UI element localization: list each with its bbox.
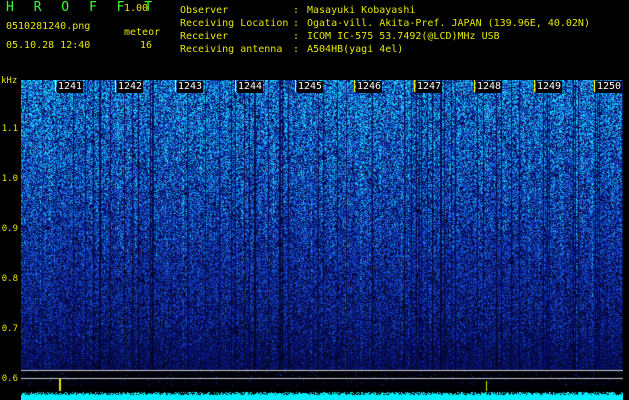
x-tick-mark <box>55 80 56 92</box>
x-tick-mark <box>115 80 116 92</box>
spectrogram-plot <box>21 80 623 400</box>
x-tick-label: 1245 <box>297 81 324 93</box>
file-name: 0510281240.png <box>6 21 91 32</box>
meteor-label: meteor <box>124 27 161 38</box>
x-tick-label: 1246 <box>356 81 383 93</box>
y-tick-label: 1.0 <box>1 174 18 184</box>
x-tick-label: 1250 <box>596 81 623 93</box>
x-tick-mark <box>474 80 475 92</box>
info-label: Receiver <box>180 31 229 42</box>
meteor-count: 16 <box>140 40 153 51</box>
x-tick-mark <box>594 80 595 92</box>
y-tick-label: 0.9 <box>1 224 18 234</box>
app-version: 1.00 <box>124 3 149 14</box>
info-value: Masayuki Kobayashi <box>307 5 416 16</box>
info-separator: : <box>293 44 300 55</box>
x-tick-mark <box>414 80 415 92</box>
x-tick-label: 1241 <box>57 81 84 93</box>
x-tick-label: 1248 <box>476 81 503 93</box>
y-tick-label: 1.1 <box>1 124 18 134</box>
x-tick-label: 1249 <box>536 81 563 93</box>
info-separator: : <box>293 5 300 16</box>
info-separator: : <box>293 18 300 29</box>
x-tick-label: 1247 <box>416 81 443 93</box>
x-tick-mark <box>175 80 176 92</box>
x-tick-mark <box>235 80 236 92</box>
spectrogram-canvas <box>21 80 623 400</box>
x-tick-label: 1242 <box>117 81 144 93</box>
capture-datetime: 05.10.28 12:40 <box>6 40 91 51</box>
info-separator: : <box>293 31 300 42</box>
info-value: ICOM IC-575 53.7492(@LCD)MHz USB <box>307 31 500 42</box>
info-value: Ogata-vill. Akita-Pref. JAPAN (139.96E, … <box>307 18 590 29</box>
x-tick-mark <box>534 80 535 92</box>
info-label: Receiving antenna <box>180 44 283 55</box>
x-tick-mark <box>295 80 296 92</box>
info-row-observer: Observer : Masayuki Kobayashi <box>180 4 590 17</box>
info-row-location: Receiving Location : Ogata-vill. Akita-P… <box>180 17 590 30</box>
info-label: Receiving Location <box>180 18 289 29</box>
y-tick-label: 0.7 <box>1 324 18 334</box>
y-axis-unit: kHz <box>1 76 18 86</box>
y-tick-label: 0.6 <box>1 374 18 384</box>
station-info: Observer : Masayuki Kobayashi Receiving … <box>180 4 590 56</box>
info-label: Observer <box>180 5 229 16</box>
x-tick-mark <box>354 80 355 92</box>
x-tick-label: 1243 <box>177 81 204 93</box>
hrofft-window: H R O F F T 1.00 0510281240.png 05.10.28… <box>0 0 629 400</box>
info-row-receiver: Receiver : ICOM IC-575 53.7492(@LCD)MHz … <box>180 30 590 43</box>
x-tick-label: 1244 <box>237 81 264 93</box>
info-value: A504HB(yagi 4el) <box>307 44 404 55</box>
info-row-antenna: Receiving antenna : A504HB(yagi 4el) <box>180 43 590 56</box>
y-tick-label: 0.8 <box>1 274 18 284</box>
